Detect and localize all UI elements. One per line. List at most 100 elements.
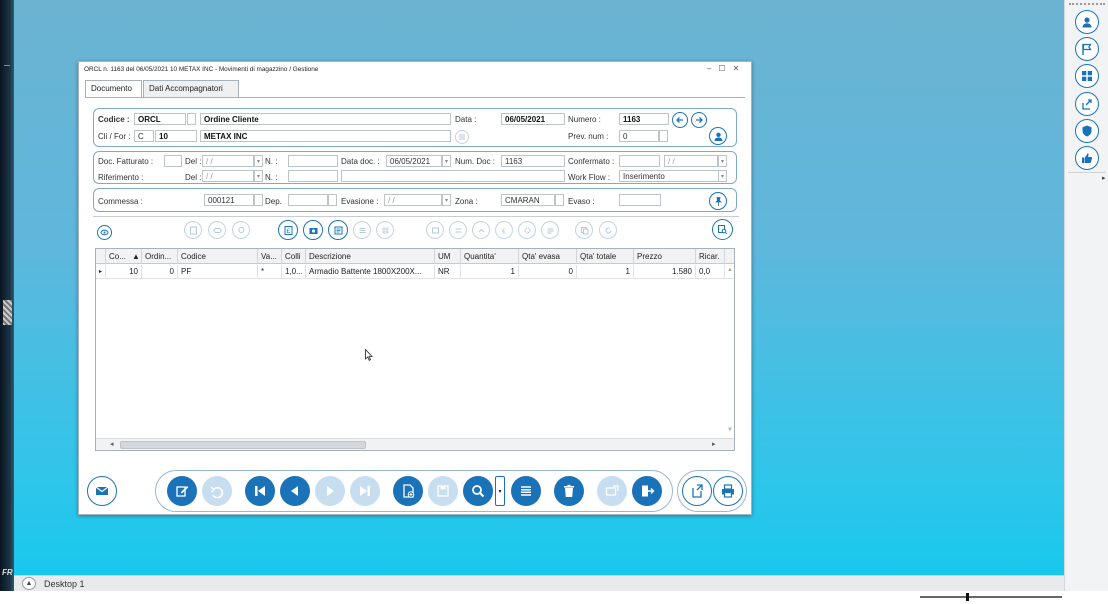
table-cell[interactable]: Armadio Battente 1800X200X... [306,265,435,279]
save-button[interactable] [428,476,458,506]
row-list-button[interactable] [353,221,371,239]
user-icon[interactable] [1075,10,1099,34]
scroll-right-icon[interactable]: ▸ [712,440,716,448]
n-field[interactable] [288,155,338,167]
row-copy-button[interactable] [575,221,593,239]
table-cell[interactable]: 0 [519,265,577,279]
evaso-field[interactable] [619,194,661,206]
next-doc-button[interactable] [691,112,707,128]
column-header[interactable]: UM [435,249,461,264]
thumbs-up-icon[interactable] [1075,146,1099,170]
title-bar[interactable]: ORCL n. 1163 del 06/05/2021 10 METAX INC… [79,62,751,77]
row-up-button[interactable] [472,221,490,239]
workflow-dropdown[interactable]: ▾ [718,170,727,182]
maximize-icon[interactable]: ☐ [716,63,728,74]
datadoc-field[interactable]: 06/05/2021 [386,155,442,167]
close-icon[interactable]: ✕ [730,63,742,74]
scroll-left-icon[interactable]: ◂ [110,440,114,448]
evasione-date-dropdown[interactable]: ▾ [442,194,451,206]
horizontal-scrollbar[interactable]: ◂ ▸ [96,438,734,450]
row-detail-button[interactable] [541,221,559,239]
del-date-dropdown[interactable]: ▾ [254,155,263,167]
column-header[interactable]: Ordin... [142,249,178,264]
prev-doc-button[interactable] [672,112,688,128]
codice-lookup[interactable] [187,113,196,125]
scroll-thumb[interactable] [120,441,366,449]
column-header[interactable]: Codice [178,249,258,264]
row-search-button[interactable] [712,219,733,240]
flag-icon[interactable] [1075,37,1099,61]
riferimento-desc-field[interactable] [341,170,565,182]
minimize-icon[interactable]: – [703,63,715,74]
row-refresh-button[interactable] [599,221,617,239]
taskbar-up-icon[interactable]: ▲ [22,577,36,590]
clifor-code-field[interactable]: 10 [155,130,197,142]
data-field[interactable]: 06/05/2021 [501,113,565,125]
numero-field[interactable]: 1163 [619,113,669,125]
table-cell[interactable]: 1,0... [282,265,306,279]
row-euro-button[interactable]: € [495,221,513,239]
row-doc-button[interactable] [328,220,348,240]
confermato-date-dropdown[interactable]: ▾ [718,155,727,167]
prevnum-field[interactable]: 0 [619,130,659,142]
row-link-button[interactable] [208,221,226,239]
desktop-label[interactable]: Desktop 1 [44,579,85,589]
table-cell[interactable]: NR [435,265,461,279]
confermato-field[interactable] [619,155,660,167]
edit-button[interactable] [167,476,197,506]
scroll-up-icon[interactable]: ▲ [727,267,733,273]
last-record-button[interactable] [350,476,380,506]
codice-field[interactable]: ORCL [134,113,186,125]
commessa-field[interactable]: 000121 [204,194,254,206]
zona-lookup[interactable] [555,194,564,206]
edge-resize-handle[interactable] [3,300,12,325]
print-button[interactable] [713,476,743,506]
column-header[interactable]: Quantita' [461,249,519,264]
toggle-view-button[interactable] [97,225,112,240]
workflow-select[interactable]: Inserimento [619,170,719,182]
clifor-detail-button[interactable] [455,130,469,144]
open-document-button[interactable] [682,476,712,506]
scroll-down-icon[interactable]: ▼ [727,427,733,433]
row-note-button[interactable] [184,221,202,239]
table-cell[interactable]: 1 [577,265,634,279]
clifor-type-field[interactable]: C [134,130,154,142]
column-header[interactable]: Qta' totale [577,249,634,264]
row-photo-button[interactable] [303,220,323,240]
list-view-button[interactable] [511,476,541,506]
exit-button[interactable] [632,476,662,506]
search-options-dropdown[interactable]: ▾ [495,476,505,506]
delete-button[interactable] [554,476,584,506]
n2-field[interactable] [288,170,338,182]
next-record-button[interactable] [315,476,345,506]
row-lot-button[interactable] [426,221,444,239]
zoom-scale[interactable] [920,596,1062,598]
email-button[interactable] [87,476,117,506]
tab-documento[interactable]: Documento [85,80,142,98]
previous-record-button[interactable] [280,476,310,506]
datadoc-dropdown[interactable]: ▾ [442,155,451,167]
first-record-button[interactable] [245,476,275,506]
confermato-date-field[interactable]: / / [664,155,718,167]
row-settings-button[interactable] [518,221,536,239]
table-cell[interactable]: 1 [461,265,519,279]
shield-icon[interactable] [1075,119,1099,143]
row-menu-button[interactable] [449,221,467,239]
column-header[interactable]: Ricar. [696,249,725,264]
search-button[interactable] [463,476,493,506]
del2-date-dropdown[interactable]: ▾ [254,170,263,182]
dashboard-icon[interactable] [1075,64,1099,88]
panel-grip[interactable] [1069,3,1105,5]
column-header[interactable]: Qta' evasa [519,249,577,264]
prevnum-dropdown[interactable] [659,130,668,142]
row-grid-button[interactable] [376,221,394,239]
zona-field[interactable]: CMARAN [501,194,555,206]
undo-button[interactable] [202,476,232,506]
table-cell[interactable]: 10 [106,265,142,279]
transfer-button[interactable] [597,476,627,506]
column-header[interactable]: Prezzo [634,249,696,264]
column-header[interactable]: Descrizione [306,249,435,264]
numdoc-field[interactable]: 1163 [501,155,565,167]
commessa-lookup[interactable] [254,194,263,206]
del-date-field[interactable]: / / [202,155,254,167]
